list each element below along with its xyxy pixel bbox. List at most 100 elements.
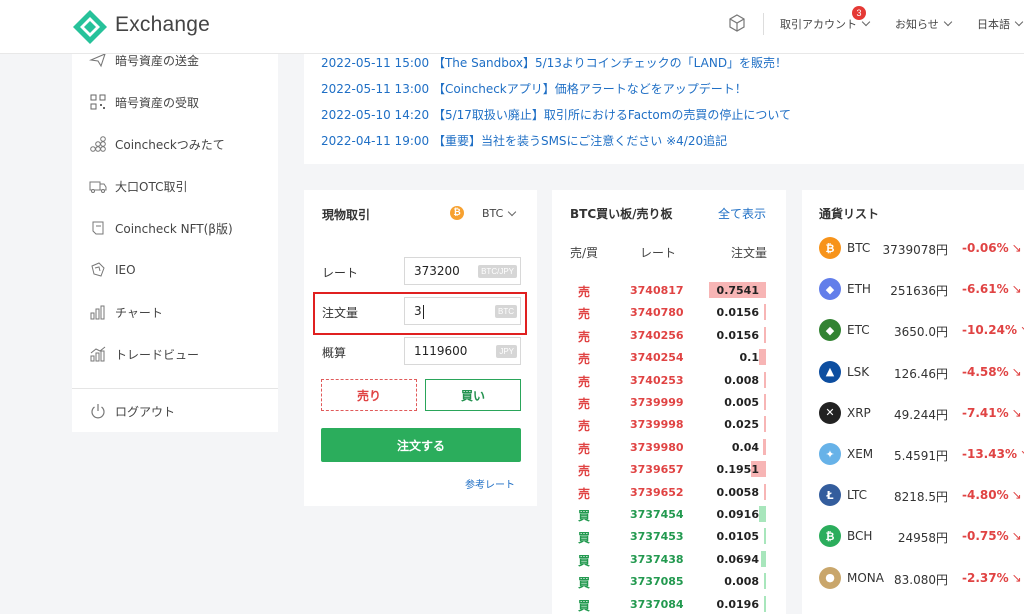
order-book-row[interactable]: 売 3740817 0.7541 bbox=[552, 280, 786, 302]
notification-badge: 3 bbox=[852, 6, 866, 20]
buy-button[interactable]: 買い bbox=[425, 379, 521, 411]
header-side: 売/買 bbox=[570, 246, 599, 260]
order-rate: 3740817 bbox=[630, 284, 684, 297]
order-book-title: BTC買い板/売り板 bbox=[570, 207, 673, 221]
currency-row[interactable]: ✕ XRP 49.244円 -7.41% ↘ bbox=[802, 401, 1024, 426]
currency-row[interactable]: ₿ BTC 3739078円 -0.06% ↘ bbox=[802, 237, 1024, 261]
order-book-row[interactable]: 買 3737438 0.0694 bbox=[552, 549, 786, 571]
order-book-row[interactable]: 買 3737084 0.0196 bbox=[552, 594, 786, 614]
lsk-icon: ▲ bbox=[819, 360, 841, 383]
order-amount: 0.025 bbox=[724, 418, 759, 432]
news-link[interactable]: 2022-05-10 14:20 【5/17取扱い廃止】取引所におけるFacto… bbox=[321, 106, 791, 123]
logout-button[interactable]: ログアウト bbox=[88, 400, 175, 422]
news-link[interactable]: 2022-05-11 15:00 【The Sandbox】5/13よりコインチ… bbox=[321, 54, 787, 71]
news-menu[interactable]: お知らせ bbox=[895, 16, 953, 32]
exchange-logo[interactable] bbox=[72, 9, 108, 45]
order-book-row[interactable]: 売 3740780 0.0156 bbox=[552, 302, 786, 324]
currency-price: 3739078円 bbox=[882, 243, 948, 257]
currency-row[interactable]: ◆ ETH 251636円 -6.61% ↘ bbox=[802, 278, 1024, 302]
depth-bar bbox=[764, 326, 766, 343]
order-rate: 3740256 bbox=[630, 328, 684, 342]
order-rate: 3739998 bbox=[630, 418, 684, 432]
currency-row[interactable]: Ł LTC 8218.5円 -4.80% ↘ bbox=[802, 484, 1024, 508]
sidebar-item-otc[interactable]: 大口OTC取引 bbox=[88, 175, 187, 197]
order-rate: 3737085 bbox=[630, 575, 684, 589]
sidebar-item-receive[interactable]: 暗号資産の受取 bbox=[88, 91, 199, 113]
down-arrow-icon: ↘ bbox=[1020, 447, 1024, 461]
order-side: 買 bbox=[578, 598, 591, 613]
sidebar-item-label: 大口OTC取引 bbox=[115, 179, 188, 194]
currency-row[interactable]: ✦ XEM 5.4591円 -13.43%↘ bbox=[802, 443, 1024, 467]
eth-icon: ◆ bbox=[819, 278, 841, 301]
order-rate: 3739657 bbox=[630, 463, 684, 477]
currency-change: -4.80% ↘ bbox=[962, 488, 1022, 503]
nft-card-icon bbox=[88, 218, 108, 238]
order-side: 売 bbox=[578, 307, 591, 322]
trade-view-icon bbox=[88, 344, 108, 364]
amount-input[interactable]: 3 BTC bbox=[404, 297, 521, 325]
order-book-row[interactable]: 売 3739999 0.005 bbox=[552, 392, 786, 414]
sidebar-item-ieo[interactable]: IEO bbox=[88, 259, 136, 281]
order-book-row[interactable]: 売 3740253 0.008 bbox=[552, 370, 786, 392]
sidebar-item-nft[interactable]: Coincheck NFT(β版) bbox=[88, 217, 233, 239]
estimate-unit-tag: JPY bbox=[496, 345, 517, 358]
mona-icon: ● bbox=[819, 566, 841, 589]
chevron-down-icon bbox=[861, 17, 871, 27]
qr-code-icon bbox=[88, 92, 108, 112]
currency-change: -0.75% ↘ bbox=[962, 529, 1022, 544]
estimate-input[interactable]: 1119600 JPY bbox=[404, 337, 521, 365]
order-amount: 0.005 bbox=[724, 396, 759, 409]
show-all-link[interactable]: 全て表示 bbox=[718, 205, 766, 222]
order-amount: 0.1 bbox=[739, 351, 760, 365]
rate-label: レート bbox=[322, 266, 359, 280]
sidebar-item-label: 暗号資産の送金 bbox=[115, 53, 200, 68]
order-side: 売 bbox=[578, 464, 591, 479]
down-arrow-icon: ↘ bbox=[1011, 570, 1022, 585]
rate-unit-tag: BTC/JPY bbox=[478, 265, 517, 278]
ltc-icon: Ł bbox=[819, 484, 841, 507]
currency-row[interactable]: ● MONA 83.080円 -2.37% ↘ bbox=[802, 566, 1024, 591]
news-link[interactable]: 2022-04-11 19:00 【重要】当社を装うSMSにご注意ください ※4… bbox=[321, 132, 727, 149]
currency-symbol: XEM bbox=[847, 447, 874, 461]
language-menu[interactable]: 日本語 bbox=[977, 16, 1024, 32]
order-book-row[interactable]: 売 3739652 0.0058 bbox=[552, 482, 786, 504]
order-book-row[interactable]: 売 3740254 0.1 bbox=[552, 347, 786, 369]
spot-trade-title: 現物取引 bbox=[322, 208, 371, 222]
sell-button[interactable]: 売り bbox=[321, 379, 417, 411]
cube-icon[interactable] bbox=[727, 13, 747, 33]
down-arrow-icon: ↘ bbox=[1011, 282, 1022, 297]
btc-icon: ₿ bbox=[450, 206, 464, 220]
reference-rate-link[interactable]: 参考レート bbox=[465, 476, 515, 491]
sidebar-item-tradeview[interactable]: トレードビュー bbox=[88, 343, 199, 365]
place-order-button[interactable]: 注文する bbox=[321, 428, 521, 462]
down-arrow-icon: ↘ bbox=[1020, 323, 1024, 337]
order-book-row[interactable]: 売 3739998 0.025 bbox=[552, 414, 786, 436]
currency-symbol: BCH bbox=[847, 529, 873, 544]
depth-bar bbox=[764, 416, 766, 433]
order-book-row[interactable]: 買 3737085 0.008 bbox=[552, 571, 786, 593]
order-amount: 0.1951 bbox=[716, 463, 759, 477]
currency-change: -13.43%↘ bbox=[962, 447, 1024, 461]
estimate-input-value: 1119600 bbox=[414, 344, 468, 358]
order-book-row[interactable]: 売 3739657 0.1951 bbox=[552, 459, 786, 481]
currency-price: 49.244円 bbox=[894, 407, 948, 422]
currency-symbol: LSK bbox=[847, 364, 870, 379]
currency-row[interactable]: ▲ LSK 126.46円 -4.58% ↘ bbox=[802, 360, 1024, 385]
sidebar-item-tsumitate[interactable]: Coincheckつみたて bbox=[88, 133, 225, 155]
currency-row[interactable]: ₿ BCH 24958円 -0.75% ↘ bbox=[802, 525, 1024, 549]
currency-change: -6.61% ↘ bbox=[962, 282, 1022, 297]
depth-bar bbox=[761, 550, 766, 567]
news-link[interactable]: 2022-05-11 13:00 【Coincheckアプリ】価格アラートなどを… bbox=[321, 80, 747, 97]
order-book-row[interactable]: 買 3737454 0.0916 bbox=[552, 504, 786, 526]
coin-select[interactable]: BTC bbox=[482, 207, 517, 220]
news-menu-label: お知らせ bbox=[895, 18, 939, 31]
order-rate: 3740780 bbox=[630, 306, 684, 320]
order-book-row[interactable]: 買 3737453 0.0105 bbox=[552, 526, 786, 548]
order-book-row[interactable]: 売 3739980 0.04 bbox=[552, 437, 786, 459]
sidebar-item-chart[interactable]: チャート bbox=[88, 301, 163, 323]
order-amount: 0.0156 bbox=[716, 306, 759, 320]
chevron-down-icon bbox=[1014, 17, 1024, 27]
order-book-row[interactable]: 売 3740256 0.0156 bbox=[552, 325, 786, 347]
currency-row[interactable]: ◆ ETC 3650.0円 -10.24%↘ bbox=[802, 319, 1024, 343]
rate-input[interactable]: 373200 BTC/JPY bbox=[404, 257, 521, 285]
